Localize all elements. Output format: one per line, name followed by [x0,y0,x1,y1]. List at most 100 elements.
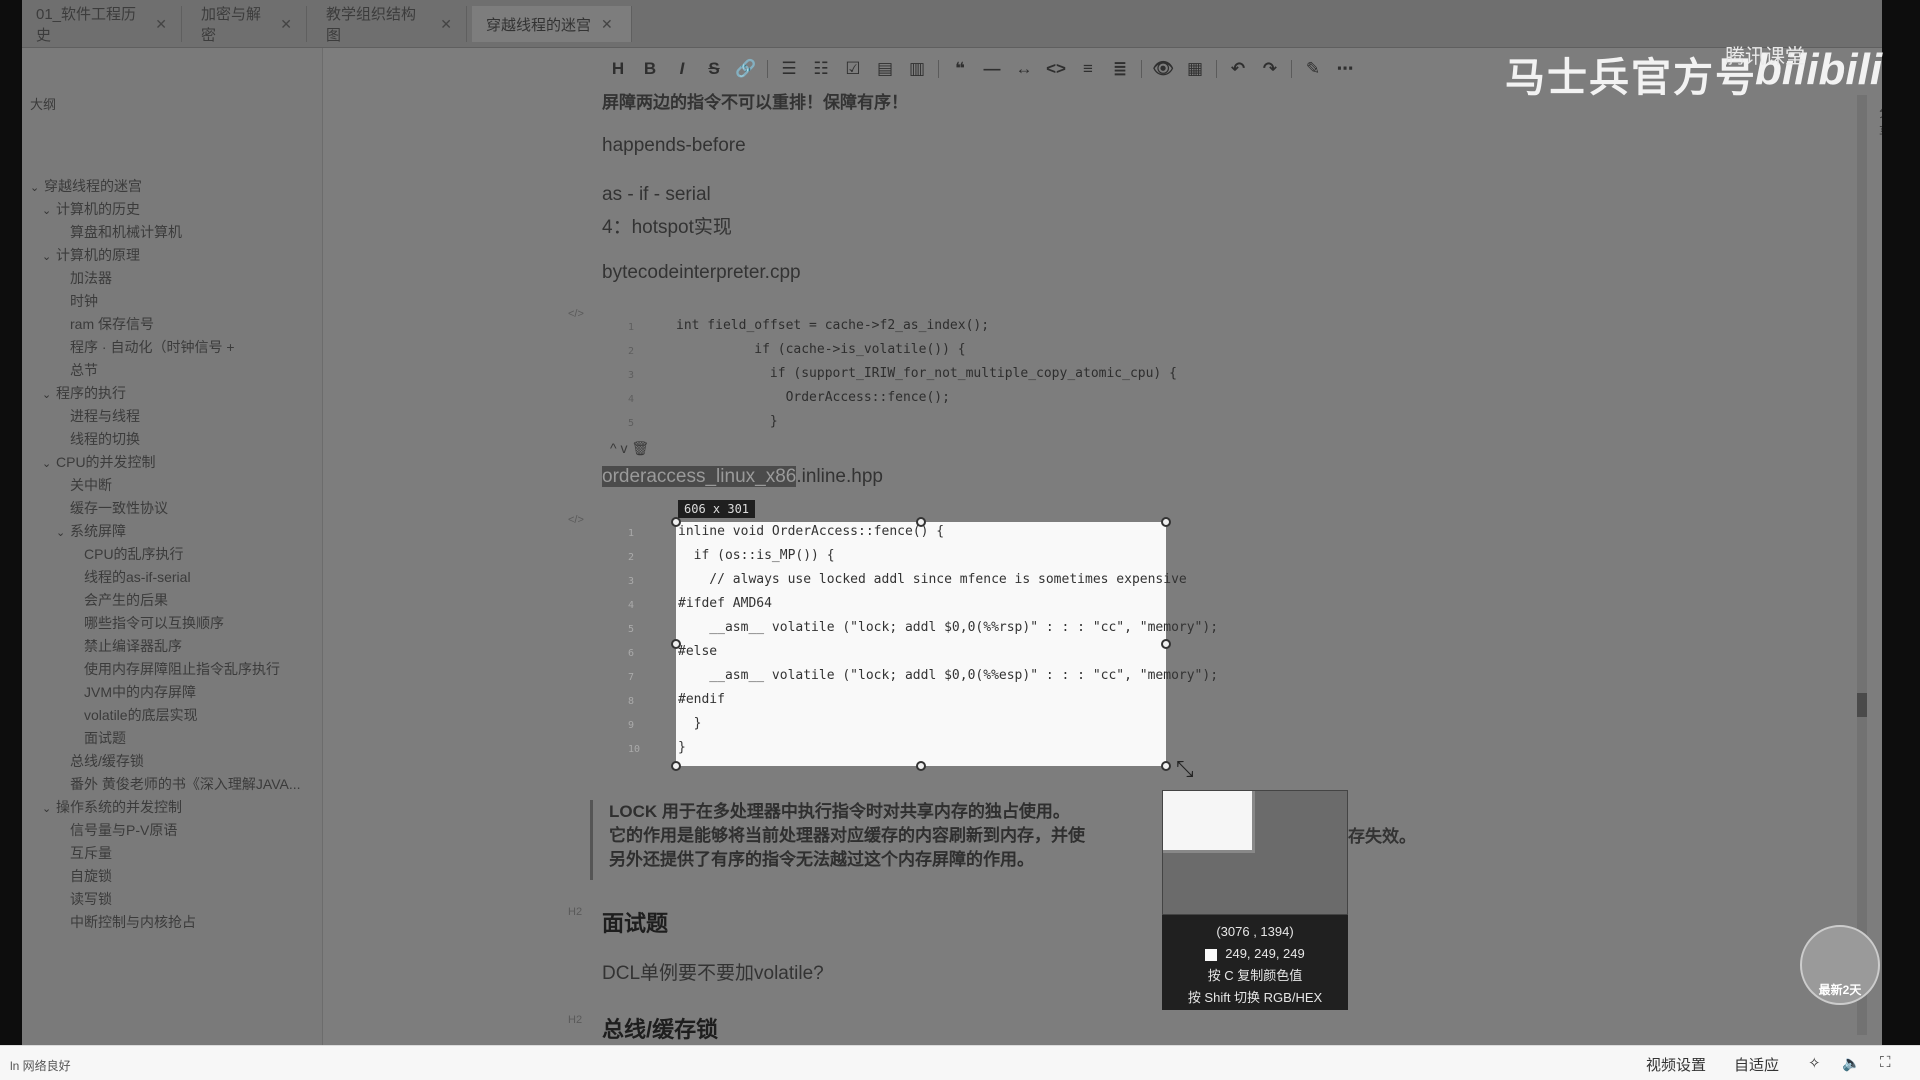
outline-item[interactable]: 时钟 [70,291,98,311]
outline-item[interactable]: ⌄ 系统屏障 [56,521,126,541]
resize-handle[interactable] [1161,517,1171,527]
avatar[interactable]: 最新2天 [1800,925,1880,1005]
resize-handle[interactable] [916,761,926,771]
pin-icon[interactable]: ✧ [1808,1054,1821,1072]
tab-thread-maze[interactable]: 穿越线程的迷宫 ✕ [472,6,632,42]
table-insert-icon[interactable]: ≡ [1077,59,1099,79]
outline-item[interactable]: 会产生的后果 [84,590,168,610]
code-nav-icons[interactable]: ^ v 🗑 [610,440,649,457]
outline-item[interactable]: 自旋锁 [70,866,112,886]
outline-item[interactable]: ⌄ CPU的并发控制 [42,452,156,472]
outline-item[interactable]: ⌄ 穿越线程的迷宫 [30,176,142,196]
code-line: inline void OrderAccess::fence() { [678,524,945,539]
close-icon[interactable]: ✕ [601,16,613,33]
outline-item-label: ram 保存信号 [70,316,154,332]
outline-item[interactable]: volatile的底层实现 [84,705,198,725]
chevron-down-icon[interactable]: ⌄ [56,526,70,539]
outline-item-label: volatile的底层实现 [84,707,198,723]
outline-item[interactable]: ⌄ 操作系统的并发控制 [42,797,182,817]
align-icon[interactable]: ≣ [1109,59,1131,79]
video-settings-button[interactable]: 视频设置 [1646,1054,1706,1075]
outline-item[interactable]: 线程的as-if-serial [84,567,191,587]
preview-icon[interactable]: 👁 [1152,59,1174,79]
tab-encryption[interactable]: 加密与解密 ✕ [187,6,307,44]
outline-item[interactable]: ⌄ 程序的执行 [42,383,126,403]
chevron-down-icon[interactable]: ⌄ [42,388,56,401]
outline-item[interactable]: CPU的乱序执行 [84,544,184,564]
outline-item[interactable]: 使用内存屏障阻止指令乱序执行 [84,659,280,679]
outline-item[interactable]: 总线/缓存锁 [70,751,144,771]
horizontal-rule-icon[interactable]: — [981,59,1003,79]
close-icon[interactable]: ✕ [440,16,452,33]
outline-item[interactable]: ⌄ 计算机的历史 [42,199,140,219]
code-icon[interactable]: <> [1045,59,1067,79]
code-line: OrderAccess::fence(); [676,390,950,405]
close-icon[interactable]: ✕ [280,16,292,33]
undo-icon[interactable]: ↶ [1227,59,1249,79]
chevron-down-icon[interactable]: ⌄ [30,181,44,194]
outline-item[interactable]: 哪些指令可以互换顺序 [84,613,224,633]
more-icon[interactable]: ⋯ [1334,59,1356,79]
scrollbar-thumb[interactable] [1857,693,1867,717]
outline-item[interactable]: 缓存一致性协议 [70,498,168,518]
hint-copy: 按 C 复制颜色值 [1207,968,1303,983]
outline-item[interactable]: 互斥量 [70,843,112,863]
outline-item[interactable]: 程序 · 自动化（时钟信号 + [70,337,235,357]
redo-icon[interactable]: ↷ [1259,59,1281,79]
link-card-icon[interactable]: ↔ [1013,59,1035,79]
checklist-icon[interactable]: ☑ [842,59,864,79]
outline-item[interactable]: 面试题 [84,728,126,748]
adaptive-quality-button[interactable]: 自适应 [1734,1054,1779,1075]
table-icon[interactable]: ▦ [1184,59,1206,79]
edit-icon[interactable]: ✎ [1302,59,1324,79]
outline-item[interactable]: 信号量与P-V原语 [70,820,177,840]
outline-item[interactable]: 总节 [70,360,98,380]
resize-handle[interactable] [671,639,681,649]
outline-item[interactable]: ⌄ 计算机的原理 [42,245,140,265]
indent-icon[interactable]: ▤ [874,59,896,79]
outline-item[interactable]: 禁止编译器乱序 [84,636,182,656]
outline-item[interactable]: JVM中的内存屏障 [84,682,196,702]
outline-item[interactable]: 线程的切换 [70,429,140,449]
outline-item[interactable]: 算盘和机械计算机 [70,222,182,242]
volume-icon[interactable]: 🔈 [1842,1054,1861,1072]
outline-item[interactable]: 番外 黄俊老师的书《深入理解JAVA... [70,774,301,794]
screenshot-selection[interactable]: 1 inline void OrderAccess::fence() {2 if … [628,522,1218,766]
resize-handle[interactable] [671,517,681,527]
outdent-icon[interactable]: ▥ [906,59,928,79]
outline-item-label: 线程的as-if-serial [84,569,191,585]
tab-software-history[interactable]: 01_软件工程历史 ✕ [22,6,182,44]
outline-item[interactable]: 读写锁 [70,889,112,909]
chevron-down-icon[interactable]: ⌄ [42,802,56,815]
bold-icon[interactable]: B [639,59,661,79]
pixel-coords: (3076 , 1394) [1216,924,1294,939]
chevron-down-icon[interactable]: ⌄ [42,204,56,217]
outline-item[interactable]: 中断控制与内核抢占 [70,912,196,932]
quote-icon[interactable]: ❝ [949,59,971,79]
outline-item[interactable]: 加法器 [70,268,112,288]
close-icon[interactable]: ✕ [155,16,167,33]
resize-handle[interactable] [671,761,681,771]
tab-org-chart[interactable]: 教学组织结构图 ✕ [312,6,467,44]
chevron-down-icon[interactable]: ⌄ [42,250,56,263]
resize-handle[interactable] [1161,761,1171,771]
scrollbar[interactable] [1857,95,1867,1035]
resize-handle[interactable] [1161,639,1171,649]
share-button[interactable]: 分享 [1879,102,1882,140]
link-icon[interactable]: 🔗 [735,59,757,79]
heading-marker: H2 [568,906,583,918]
outline-item[interactable]: 关中断 [70,475,112,495]
bullet-list-icon[interactable]: ☰ [778,59,800,79]
fullscreen-icon[interactable]: ⛶ [1880,1054,1891,1071]
code-line: __asm__ volatile ("lock; addl $0,0(%%esp… [678,668,1219,683]
outline-item[interactable]: 进程与线程 [70,406,140,426]
text-line-barrier: 屏障两边的指令不可以重排！保障有序！ [602,93,908,112]
outline-item-label: 系统屏障 [70,523,126,539]
outline-item[interactable]: ram 保存信号 [70,314,154,334]
numbered-list-icon[interactable]: ☷ [810,59,832,79]
chevron-down-icon[interactable]: ⌄ [42,457,56,470]
strikethrough-icon[interactable]: S [703,59,725,79]
resize-handle[interactable] [916,517,926,527]
heading-icon[interactable]: H [607,59,629,79]
italic-icon[interactable]: I [671,59,693,79]
